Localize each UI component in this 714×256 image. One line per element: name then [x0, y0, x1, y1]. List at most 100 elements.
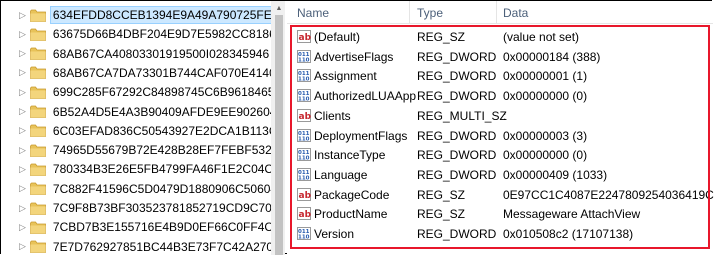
expand-arrow-icon[interactable]: ▷ [1, 145, 26, 156]
svg-text:ab: ab [299, 210, 312, 220]
registry-value-row[interactable]: ab (Default) REG_SZ (value not set) [287, 27, 713, 47]
folder-icon [30, 86, 46, 99]
tree-item[interactable]: ▷ 7C9F8B73BF303523781852719CD9C700 [1, 198, 271, 218]
registry-key-tree[interactable]: ▷ 634EFDD8CCEB1394E9A49A790725FECE ▷ 63675D… [1, 1, 271, 255]
tree-item[interactable]: ▷ 68AB67CA40803301919500I028345946 [1, 44, 271, 64]
tree-item-label: 7E7D762927851BC44B3E73F7C42A270D [52, 239, 271, 254]
value-data: 0x00000184 (388) [503, 49, 601, 64]
scroll-up-arrow-icon[interactable]: ▲ [274, 3, 284, 13]
value-type: REG_DWORD [417, 227, 497, 241]
value-name: InstanceType [314, 148, 386, 163]
folder-icon [30, 240, 46, 253]
value-name: Language [314, 167, 368, 182]
value-name: Version [314, 227, 355, 241]
value-type: REG_DWORD [417, 148, 497, 163]
registry-value-row[interactable]: 011 110 AdvertiseFlags REG_DWORD 0x00000184 … [287, 47, 713, 67]
binary-value-icon: 011 110 [297, 227, 311, 241]
binary-value-icon: 011 110 [297, 167, 311, 181]
value-name: AdvertiseFlags [314, 49, 394, 64]
tree-item[interactable]: ▷ 6B52A4D5E4A3B90409AFDE9EE902604B [1, 102, 271, 122]
tree-item[interactable]: ▷ 699C285F67292C84898745C6B9618465 [1, 82, 271, 102]
expand-arrow-icon[interactable]: ▷ [1, 222, 26, 233]
registry-value-row[interactable]: 011 110 Version REG_DWORD 0x010508c2 (171071… [287, 224, 713, 244]
registry-value-row[interactable]: ab Clients REG_MULTI_SZ: [287, 106, 713, 126]
folder-icon [30, 202, 46, 215]
registry-value-row[interactable]: 011 110 DeploymentFlags REG_DWORD 0x00000003… [287, 126, 713, 146]
expand-arrow-icon[interactable]: ▷ [1, 106, 26, 117]
tree-item[interactable]: ▷ 7C882F41596C5D0479D1880906C50604 [1, 179, 271, 199]
registry-value-row[interactable]: 011 110 Language REG_DWORD 0x00000409 (1033) [287, 165, 713, 185]
svg-text:110: 110 [298, 136, 310, 142]
tree-item[interactable]: ▷ 7E7D762927851BC44B3E73F7C42A270D [1, 237, 271, 255]
svg-text:110: 110 [298, 77, 310, 83]
value-data: 0E97CC1C4087E2247809254036419CDC [503, 187, 714, 202]
svg-text:110: 110 [298, 235, 310, 241]
folder-icon [30, 28, 46, 41]
tree-item-label: 63675D66B4DBF204E9D7E5982CC81863 [52, 27, 271, 42]
value-data: Messageware AttachView [503, 207, 641, 222]
column-header-name[interactable]: Name [297, 6, 329, 20]
expand-arrow-icon[interactable]: ▷ [1, 87, 26, 98]
column-header-type[interactable]: Type [417, 6, 443, 20]
value-data: 0x00000001 (1) [503, 69, 588, 84]
tree-item[interactable]: ▷ 68AB67CA7DA73301B744CAF070E41400 [1, 63, 271, 83]
registry-value-row[interactable]: 011 110 Assignment REG_DWORD 0x00000001 (1) [287, 66, 713, 86]
expand-arrow-icon[interactable]: ▷ [1, 183, 26, 194]
column-separator[interactable] [496, 1, 497, 23]
value-type: REG_SZ [417, 187, 466, 202]
value-type: REG_DWORD [417, 69, 497, 84]
tree-item[interactable]: ▷ 74965D55679B72E428B28EF7FEBF532F [1, 140, 271, 160]
tree-item-label: 699C285F67292C84898745C6B9618465 [52, 85, 271, 100]
expand-arrow-icon[interactable]: ▷ [1, 164, 26, 175]
binary-value-icon: 011 110 [297, 148, 311, 162]
binary-value-icon: 011 110 [297, 128, 311, 142]
tree-item-label: 7C9F8B73BF303523781852719CD9C700 [52, 201, 271, 215]
scrollbar-thumb[interactable] [275, 15, 283, 255]
tree-item[interactable]: ▷ 7CBD7B3E155716E4B9D0EF66C0FF4CCF [1, 217, 271, 237]
tree-item[interactable]: ▷ 780334B3E26E5FB4799FA46F1E2C04C9 [1, 159, 271, 179]
column-header-data[interactable]: Data [503, 6, 528, 20]
registry-value-row[interactable]: ab PackageCode REG_SZ 0E97CC1C4087E22478092… [287, 185, 714, 205]
tree-item[interactable]: ▷ 634EFDD8CCEB1394E9A49A790725FECE [1, 5, 271, 25]
folder-icon [30, 66, 46, 80]
registry-value-row[interactable]: ab ProductName REG_SZ Messageware AttachVie… [287, 204, 713, 224]
svg-text:ab: ab [299, 112, 312, 122]
tree-item-label: 7C882F41596C5D0479D1880906C50604 [52, 181, 271, 196]
value-name: ProductName [314, 207, 388, 222]
svg-text:110: 110 [298, 156, 310, 162]
tree-item[interactable]: ▷ 6C03EFAD836C50543927E2DCA1B113C7 [1, 121, 271, 141]
tree-item-label: 6B52A4D5E4A3B90409AFDE9EE902604B [52, 104, 271, 119]
binary-value-icon: 011 110 [297, 69, 311, 83]
folder-icon [30, 105, 46, 118]
tree-scrollbar[interactable]: ▲ [274, 1, 284, 255]
string-value-icon: ab [297, 187, 312, 201]
string-value-icon: ab [297, 207, 312, 221]
expand-arrow-icon[interactable]: ▷ [1, 29, 26, 40]
expand-arrow-icon[interactable]: ▷ [1, 241, 26, 252]
svg-text:ab: ab [299, 191, 312, 201]
value-name: (Default) [314, 30, 361, 44]
value-data: 0x010508c2 (17107138) [503, 227, 634, 241]
registry-value-row[interactable]: 011 110 InstanceType REG_DWORD 0x00000000 (0… [287, 145, 713, 165]
folder-icon [30, 221, 46, 234]
value-data: : [503, 108, 507, 123]
tree-item[interactable]: ▷ 63675D66B4DBF204E9D7E5982CC81863 [1, 24, 271, 44]
expand-arrow-icon[interactable]: ▷ [1, 67, 26, 78]
value-data: (value not set) [503, 30, 580, 44]
value-name: PackageCode [314, 187, 390, 202]
expand-arrow-icon[interactable]: ▷ [1, 10, 26, 21]
expand-arrow-icon[interactable]: ▷ [1, 48, 26, 59]
value-data: 0x00000000 (0) [503, 89, 588, 104]
column-separator[interactable] [409, 1, 410, 23]
folder-icon [30, 9, 46, 22]
value-name: AuthorizedLUAApp [314, 89, 417, 104]
value-type: REG_DWORD [417, 167, 497, 182]
registry-editor-window: ▷ 634EFDD8CCEB1394E9A49A790725FECE ▷ 63675D… [0, 0, 714, 255]
registry-value-row[interactable]: 011 110 AuthorizedLUAApp REG_DWORD 0x0000000… [287, 86, 713, 106]
expand-arrow-icon[interactable]: ▷ [1, 203, 26, 214]
folder-icon [30, 182, 46, 196]
value-type: REG_SZ [417, 30, 466, 44]
value-data: 0x00000003 (3) [503, 128, 588, 143]
expand-arrow-icon[interactable]: ▷ [1, 125, 26, 136]
folder-icon [30, 124, 46, 138]
